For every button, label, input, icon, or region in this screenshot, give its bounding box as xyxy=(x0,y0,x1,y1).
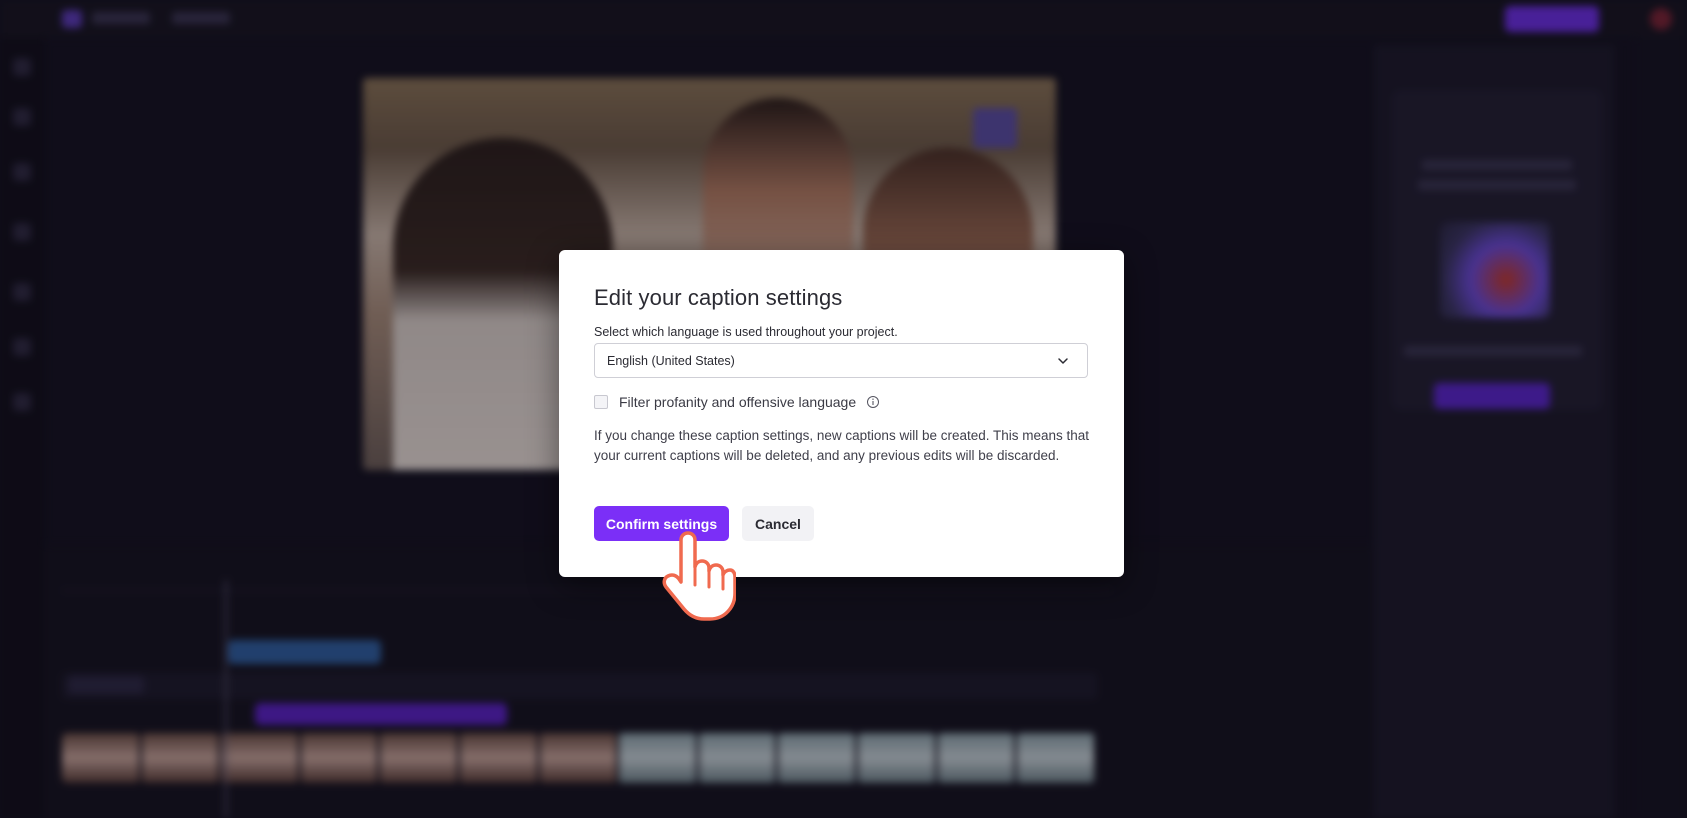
hand-pointer-cursor-icon xyxy=(662,531,736,621)
chevron-down-icon xyxy=(1058,358,1068,364)
filter-profanity-label[interactable]: Filter profanity and offensive language xyxy=(619,394,856,410)
info-icon[interactable] xyxy=(866,395,880,409)
language-select[interactable]: English (United States) xyxy=(594,343,1088,378)
dialog-title: Edit your caption settings xyxy=(594,285,843,310)
language-select-value: English (United States) xyxy=(607,354,735,368)
filter-profanity-checkbox[interactable] xyxy=(594,395,608,409)
overwrite-warning-text: If you change these caption settings, ne… xyxy=(594,428,1090,463)
cancel-button[interactable]: Cancel xyxy=(742,506,814,541)
caption-settings-dialog: Edit your caption settings Select which … xyxy=(559,250,1124,577)
language-label: Select which language is used throughout… xyxy=(594,325,898,339)
